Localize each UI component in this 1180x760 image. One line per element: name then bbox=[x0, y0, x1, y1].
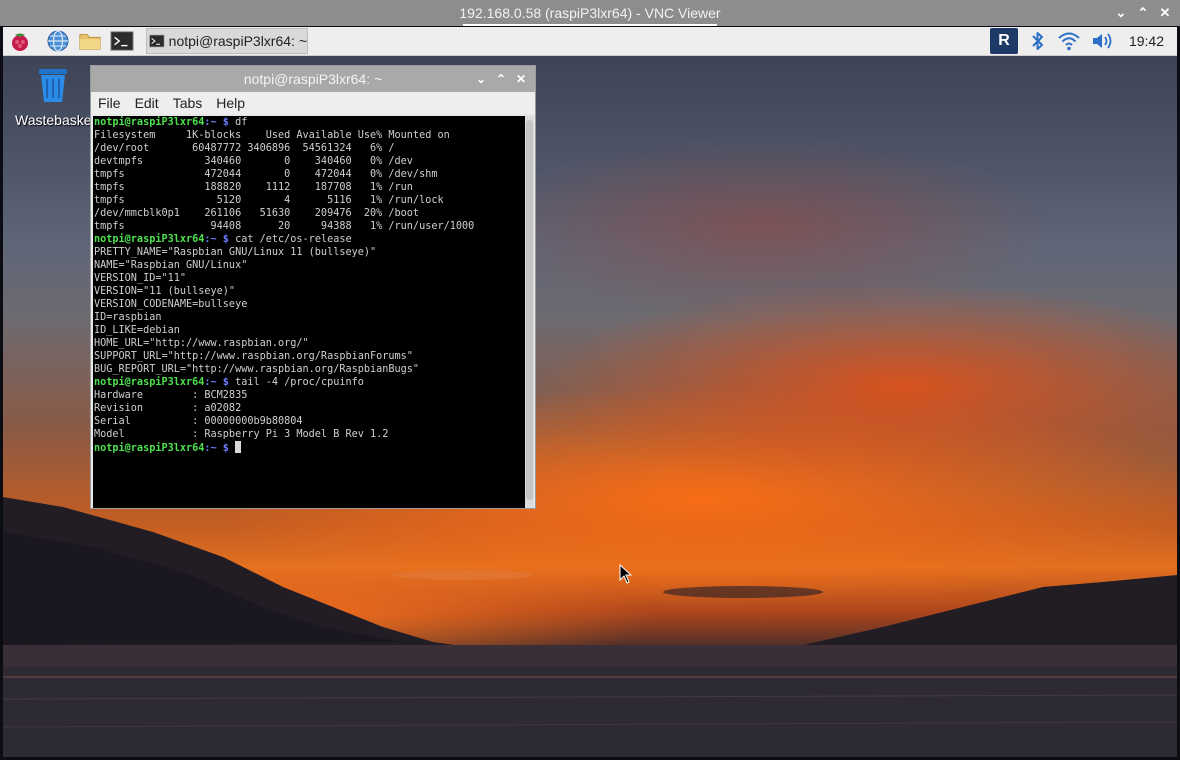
vnc-window-title: 192.168.0.58 (raspiP3lxr64) - VNC Viewer bbox=[459, 5, 721, 21]
prompt-user: notpi@raspiP3lxr64 bbox=[94, 377, 205, 388]
prompt-path: :~ $ bbox=[204, 117, 229, 128]
terminal-output-line: SUPPORT_URL="http://www.raspbian.org/Ras… bbox=[94, 351, 413, 362]
menu-help[interactable]: Help bbox=[216, 92, 245, 114]
terminal-prompt-line: notpi@raspiP3lxr64:~ $ bbox=[94, 441, 525, 455]
prompt-command: df bbox=[228, 117, 248, 128]
taskbar-terminal-task[interactable]: notpi@raspiP3lxr64: ~ bbox=[146, 28, 308, 54]
terminal-output[interactable]: notpi@raspiP3lxr64:~ $ df Filesystem 1K-b… bbox=[93, 116, 525, 508]
wastebasket-icon bbox=[39, 69, 67, 102]
remote-desktop[interactable]: notpi@raspiP3lxr64: ~ R 19:42 Wastebaske… bbox=[3, 27, 1177, 757]
terminal-prompt-line: notpi@raspiP3lxr64:~ $ tail -4 /proc/cpu… bbox=[94, 376, 525, 389]
terminal-output-line: PRETTY_NAME="Raspbian GNU/Linux 11 (bull… bbox=[94, 247, 377, 258]
terminal-text: notpi@raspiP3lxr64:~ $ df Filesystem 1K-b… bbox=[93, 116, 525, 455]
terminal-output-line: Serial : 00000000b9b80804 bbox=[94, 416, 303, 427]
vnc-close-button[interactable]: ✕ bbox=[1156, 0, 1174, 26]
menu-edit[interactable]: Edit bbox=[135, 92, 159, 114]
terminal-output-line: VERSION_ID="11" bbox=[94, 273, 187, 284]
prompt-path: :~ $ bbox=[204, 443, 229, 454]
terminal-task-icon bbox=[149, 34, 165, 48]
terminal-output-line: tmpfs 188820 1112 187708 1% /run bbox=[94, 182, 413, 193]
vnc-tray-glyph: R bbox=[998, 32, 1010, 49]
terminal-output-line: ID=raspbian bbox=[94, 312, 162, 323]
web-browser-icon[interactable] bbox=[46, 29, 70, 53]
mouse-pointer-icon bbox=[619, 564, 633, 584]
file-manager-icon[interactable] bbox=[78, 29, 102, 53]
terminal-output-line: ID_LIKE=debian bbox=[94, 325, 180, 336]
prompt-user: notpi@raspiP3lxr64 bbox=[94, 117, 205, 128]
prompt-user: notpi@raspiP3lxr64 bbox=[94, 443, 205, 454]
desktop-wastebasket[interactable]: Wastebasket bbox=[15, 65, 95, 128]
terminal-menubar: File Edit Tabs Help bbox=[91, 92, 535, 114]
terminal-close-button[interactable]: ✕ bbox=[513, 66, 529, 92]
vnc-viewer-titlebar[interactable]: 192.168.0.58 (raspiP3lxr64) - VNC Viewer… bbox=[0, 0, 1180, 26]
prompt-command: tail -4 /proc/cpuinfo bbox=[228, 377, 364, 388]
terminal-output-line: BUG_REPORT_URL="http://www.raspbian.org/… bbox=[94, 364, 420, 375]
terminal-minimize-button[interactable]: ⌄ bbox=[473, 66, 489, 92]
prompt-command: cat /etc/os-release bbox=[228, 234, 352, 245]
terminal-output-line: tmpfs 5120 4 5116 1% /run/lock bbox=[94, 195, 444, 206]
menu-tabs[interactable]: Tabs bbox=[173, 92, 203, 114]
terminal-output-line: VERSION="11 (bullseye)" bbox=[94, 286, 236, 297]
terminal-icon[interactable] bbox=[110, 29, 134, 53]
terminal-output-line: Revision : a02082 bbox=[94, 403, 242, 414]
terminal-prompt-line: notpi@raspiP3lxr64:~ $ df bbox=[94, 116, 525, 129]
terminal-output-line: Hardware : BCM2835 bbox=[94, 390, 248, 401]
taskbar-task-label: notpi@raspiP3lxr64: ~ bbox=[168, 33, 307, 49]
vnc-maximize-button[interactable]: ⌃ bbox=[1134, 0, 1152, 26]
terminal-output-line: Filesystem 1K-blocks Used Available Use%… bbox=[94, 130, 450, 141]
terminal-output-line: /dev/root 60487772 3406896 54561324 6% / bbox=[94, 143, 395, 154]
raspberry-menu-icon[interactable] bbox=[8, 29, 32, 53]
prompt-user: notpi@raspiP3lxr64 bbox=[94, 234, 205, 245]
title-underline bbox=[463, 24, 717, 26]
terminal-scrollbar[interactable] bbox=[525, 116, 534, 508]
terminal-cursor bbox=[235, 441, 242, 453]
terminal-output-line: Model : Raspberry Pi 3 Model B Rev 1.2 bbox=[94, 429, 389, 440]
wastebasket-label: Wastebasket bbox=[15, 112, 96, 128]
terminal-window[interactable]: notpi@raspiP3lxr64: ~ ⌄ ⌃ ✕ File Edit Ta… bbox=[90, 65, 536, 509]
terminal-output-line: VERSION_CODENAME=bullseye bbox=[94, 299, 248, 310]
terminal-output-line: tmpfs 94408 20 94388 1% /run/user/1000 bbox=[94, 221, 475, 232]
terminal-output-line: HOME_URL="http://www.raspbian.org/" bbox=[94, 338, 309, 349]
prompt-path: :~ $ bbox=[204, 234, 229, 245]
scrollbar-thumb[interactable] bbox=[526, 120, 533, 500]
taskbar: notpi@raspiP3lxr64: ~ R 19:42 bbox=[3, 27, 1177, 56]
terminal-prompt-line: notpi@raspiP3lxr64:~ $ cat /etc/os-relea… bbox=[94, 233, 525, 246]
terminal-output-line: tmpfs 472044 0 472044 0% /dev/shm bbox=[94, 169, 438, 180]
terminal-output-line: devtmpfs 340460 0 340460 0% /dev bbox=[94, 156, 413, 167]
vnc-server-icon[interactable]: R bbox=[990, 28, 1018, 54]
vnc-minimize-button[interactable]: ⌄ bbox=[1112, 0, 1130, 26]
wifi-icon[interactable] bbox=[1057, 29, 1081, 53]
terminal-output-line: NAME="Raspbian GNU/Linux" bbox=[94, 260, 248, 271]
terminal-output-line: /dev/mmcblk0p1 261106 51630 209476 20% /… bbox=[94, 208, 420, 219]
volume-icon[interactable] bbox=[1090, 29, 1114, 53]
bluetooth-icon[interactable] bbox=[1026, 29, 1050, 53]
terminal-maximize-button[interactable]: ⌃ bbox=[493, 66, 509, 92]
menu-file[interactable]: File bbox=[98, 92, 121, 114]
terminal-titlebar[interactable]: notpi@raspiP3lxr64: ~ ⌄ ⌃ ✕ bbox=[91, 66, 535, 92]
prompt-path: :~ $ bbox=[204, 377, 229, 388]
terminal-window-title: notpi@raspiP3lxr64: ~ bbox=[243, 71, 383, 87]
taskbar-clock[interactable]: 19:42 bbox=[1129, 27, 1164, 55]
